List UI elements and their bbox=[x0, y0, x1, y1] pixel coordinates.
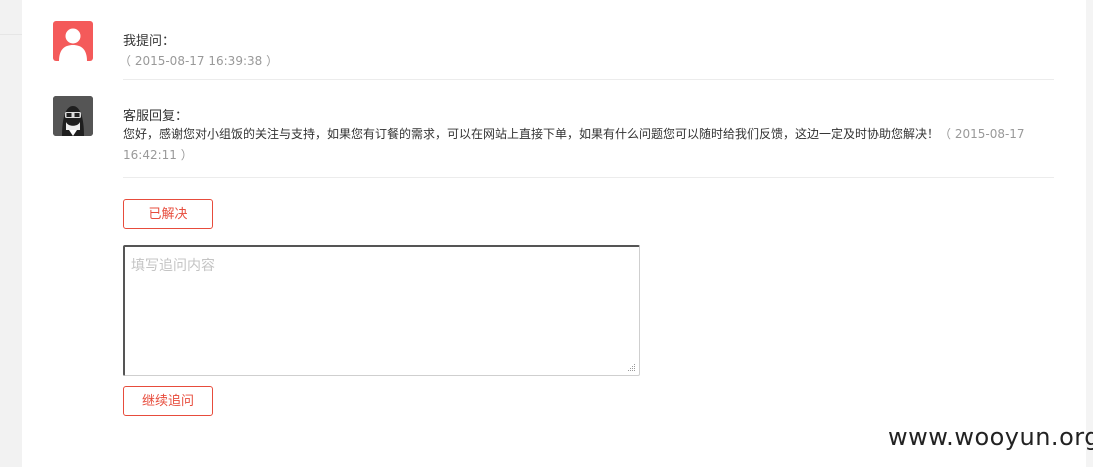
user-avatar-icon bbox=[53, 21, 93, 61]
question-label: 我提问： bbox=[123, 34, 176, 49]
reply-label: 客服回复： bbox=[123, 109, 189, 124]
continue-followup-button[interactable]: 继续追问 bbox=[123, 386, 213, 416]
divider-line bbox=[0, 34, 22, 35]
feedback-thread-panel: 我提问： （ 2015-08-17 16:39:38 ） 客服回复： 您好，感谢… bbox=[22, 0, 1086, 467]
followup-input[interactable] bbox=[123, 245, 640, 376]
resolved-button[interactable]: 已解决 bbox=[123, 199, 213, 229]
watermark-text: www.wooyun.org bbox=[888, 423, 1093, 451]
reply-message: 您好，感谢您对小组饭的关注与支持，如果您有订餐的需求，可以在网站上直接下单，如果… bbox=[123, 124, 1028, 166]
reply-text: 您好，感谢您对小组饭的关注与支持，如果您有订餐的需求，可以在网站上直接下单，如果… bbox=[123, 127, 940, 141]
resize-grip-icon[interactable] bbox=[627, 363, 636, 372]
divider bbox=[123, 177, 1054, 178]
divider bbox=[123, 79, 1054, 80]
question-timestamp: （ 2015-08-17 16:39:38 ） bbox=[119, 54, 279, 68]
service-agent-avatar-icon bbox=[53, 96, 93, 136]
page-gutter bbox=[1086, 0, 1093, 467]
